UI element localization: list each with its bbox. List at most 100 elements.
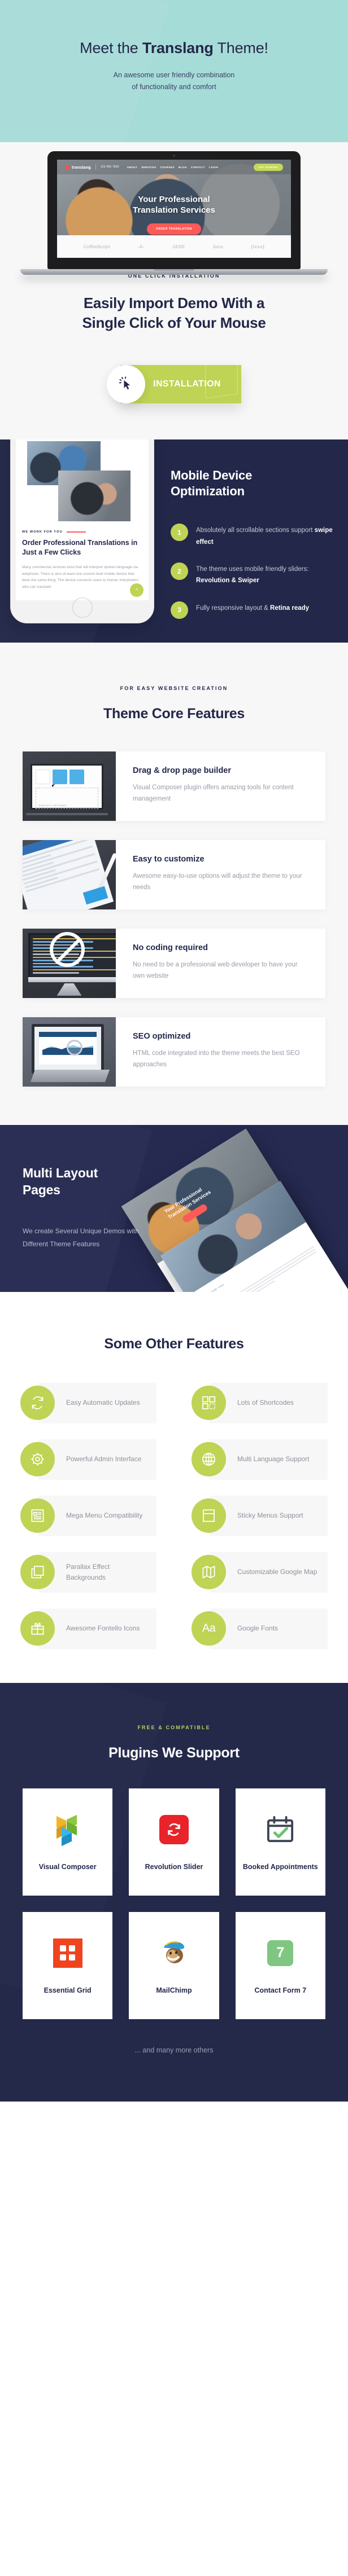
- mockup-brand-name: translang: [72, 164, 91, 170]
- mobile-heading: Mobile Device Optimization: [171, 468, 337, 500]
- install-heading-line-2: Single Click of Your Mouse: [82, 314, 266, 331]
- mockup-headline: Your Professional Translation Services: [57, 195, 291, 216]
- no-entry-icon: [50, 931, 85, 967]
- essential-grid-logo: [53, 1936, 82, 1971]
- plugin-card[interactable]: 7 Contact Form 7: [235, 1911, 325, 2019]
- mailchimp-logo: [159, 1936, 189, 1971]
- mockup-get-started-button[interactable]: GET STARTED: [254, 163, 283, 171]
- phone-home-button[interactable]: [72, 597, 93, 618]
- plugin-card[interactable]: MailChimp: [129, 1911, 219, 2019]
- mockup-nav: ABOUT SERVICES COURSES BLOG CONTACT LOGI…: [127, 166, 219, 169]
- plugin-name: Visual Composer: [38, 1862, 97, 1871]
- mockup-nav-about[interactable]: ABOUT: [127, 166, 137, 169]
- mockup-phone: 123 456 7890: [100, 165, 119, 169]
- grid-blocks-icon: [192, 1386, 226, 1421]
- feature-text-plain: Absolutely all scrollable sections suppo…: [196, 527, 315, 534]
- mockup-order-translation-button[interactable]: ORDER TRANSLATION: [147, 223, 201, 235]
- core-card-desc: Awesome easy-to-use options will adjust …: [133, 872, 302, 891]
- feature-text-plain: The theme uses mobile friendly sliders:: [196, 566, 309, 573]
- plugin-name: Revolution Slider: [145, 1862, 203, 1871]
- other-feature-item: Multi Language Support: [192, 1439, 328, 1480]
- plugin-name: Booked Appointments: [242, 1862, 318, 1871]
- mobile-feature-item: 2 The theme uses mobile friendly sliders…: [171, 562, 337, 587]
- click-cursor-icon: [107, 364, 146, 403]
- phone-photo-overlay: [58, 470, 130, 521]
- mockup-navbar: translang 123 456 7890 ABOUT SERVICES CO…: [57, 160, 291, 174]
- mockup-nav-contact[interactable]: CONTACT: [191, 166, 205, 169]
- core-card-desc: Visual Composer plugin offers amazing to…: [133, 784, 294, 802]
- other-feature-item: Customizable Google Map: [192, 1551, 328, 1593]
- drop-zone-label: Drag here to add widgets: [36, 787, 98, 809]
- other-feature-item: Aa Google Fonts: [192, 1608, 328, 1649]
- mockup-tech-logos: CoffeeScript -A- JADE Sass {less}: [57, 235, 291, 258]
- plugin-card[interactable]: Revolution Slider: [129, 1788, 219, 1896]
- other-feature-label: Google Fonts: [237, 1624, 279, 1633]
- other-feature-label: Customizable Google Map: [237, 1568, 317, 1576]
- core-heading: Theme Core Features: [103, 705, 245, 722]
- mockup-logo: translang: [65, 165, 91, 170]
- plugins-eyebrow: FREE & COMPATIBLE: [137, 1724, 211, 1730]
- feature-number-badge: 1: [171, 524, 188, 542]
- plugin-card[interactable]: Visual Composer: [23, 1788, 113, 1896]
- mobile-heading-line-1: Mobile Device: [171, 468, 253, 482]
- customize-tablet-thumbnail: [23, 839, 116, 909]
- core-card-title: Drag & drop page builder: [133, 766, 232, 775]
- laptop-hinge: [57, 258, 291, 262]
- laptop-mockup: translang 123 456 7890 ABOUT SERVICES CO…: [0, 151, 348, 275]
- other-feature-item: Awesome Fontello Icons: [20, 1608, 156, 1649]
- chevron-up-icon[interactable]: ^: [130, 583, 143, 597]
- laptop-base: [20, 269, 328, 275]
- other-feature-item: Mega Menu Compatibility: [20, 1495, 156, 1536]
- layers-icon: [20, 1555, 55, 1590]
- mobile-feature-item: 1 Absolutely all scrollable sections sup…: [171, 524, 337, 548]
- phone-body: Many commercial services exist that will…: [22, 565, 138, 589]
- hero-title-brand: Translang: [142, 39, 214, 56]
- mockup-nav-services[interactable]: SERVICES: [141, 166, 156, 169]
- multi-heading-line-1: Multi Layout: [23, 1165, 98, 1180]
- core-card-desc: HTML code integrated into the theme meet…: [133, 1049, 300, 1068]
- plugin-card[interactable]: Essential Grid: [23, 1911, 113, 2019]
- landing-page: Meet the Translang Theme! An awesome use…: [0, 0, 348, 2102]
- installation-button[interactable]: INSTALLATION: [107, 364, 241, 403]
- other-feature-item: Powerful Admin Interface: [20, 1439, 156, 1480]
- multi-heading: Multi Layout Pages: [23, 1164, 153, 1199]
- mobile-optimization-section: WE WORK FOR YOU Order Professional Trans…: [0, 439, 348, 643]
- multi-layout-pages-section: Your Professional Translation Services W…: [0, 1124, 348, 1292]
- feature-text-plain: Fully responsive layout &: [196, 604, 271, 612]
- tech-logo-jade: JADE: [172, 244, 185, 249]
- core-feature-card: Easy to customize Awesome easy-to-use op…: [23, 839, 325, 909]
- other-heading: Some Other Features: [104, 1335, 244, 1352]
- laptop-lid: translang 123 456 7890 ABOUT SERVICES CO…: [47, 151, 301, 269]
- mockup-nav-login[interactable]: LOGIN: [209, 166, 219, 169]
- globe-icon: [192, 1442, 226, 1477]
- mobile-heading-line-2: Optimization: [171, 484, 245, 499]
- feature-number-badge: 2: [171, 562, 188, 580]
- other-feature-label: Multi Language Support: [237, 1455, 310, 1463]
- install-heading: Easily Import Demo With a Single Click o…: [11, 293, 337, 332]
- plugin-card[interactable]: Booked Appointments: [235, 1788, 325, 1896]
- mockup-nav-blog[interactable]: BLOG: [179, 166, 187, 169]
- tech-logo-less: {less}: [250, 244, 265, 249]
- feature-text: Fully responsive layout & Retina ready: [196, 601, 309, 614]
- laptop-camera-icon: [173, 155, 175, 157]
- logo-mark-icon: [65, 165, 69, 169]
- phone-title: Order Professional Translations in Just …: [22, 538, 138, 557]
- core-card-title: SEO optimized: [133, 1031, 191, 1041]
- tech-logo-coffeescript: CoffeeScript: [83, 244, 110, 249]
- hero-subtitle-line-2: of functionality and comfort: [132, 82, 216, 91]
- other-feature-label: Sticky Menus Support: [237, 1511, 303, 1520]
- multi-description: We create Several Unique Demos with Diff…: [23, 1227, 139, 1248]
- other-feature-label: Powerful Admin Interface: [66, 1455, 142, 1463]
- plugin-name: Contact Form 7: [254, 1986, 307, 1994]
- feature-text: Absolutely all scrollable sections suppo…: [196, 524, 337, 548]
- tech-logo-angular: -A-: [137, 244, 145, 249]
- core-feature-card: No coding required No need to be a profe…: [23, 928, 325, 998]
- plugins-grid: Visual Composer Revolution Slider Booked…: [23, 1788, 325, 2019]
- mobile-copy: Mobile Device Optimization 1 Absolutely …: [171, 468, 337, 619]
- phone-eyebrow-rule: [66, 531, 86, 533]
- gear-icon: [20, 1442, 55, 1477]
- mockup-nav-courses[interactable]: COURSES: [160, 166, 175, 169]
- core-card-desc: No need to be a professional web develop…: [133, 961, 298, 979]
- other-feature-item: Easy Automatic Updates: [20, 1382, 156, 1423]
- sticky-window-icon: [192, 1498, 226, 1533]
